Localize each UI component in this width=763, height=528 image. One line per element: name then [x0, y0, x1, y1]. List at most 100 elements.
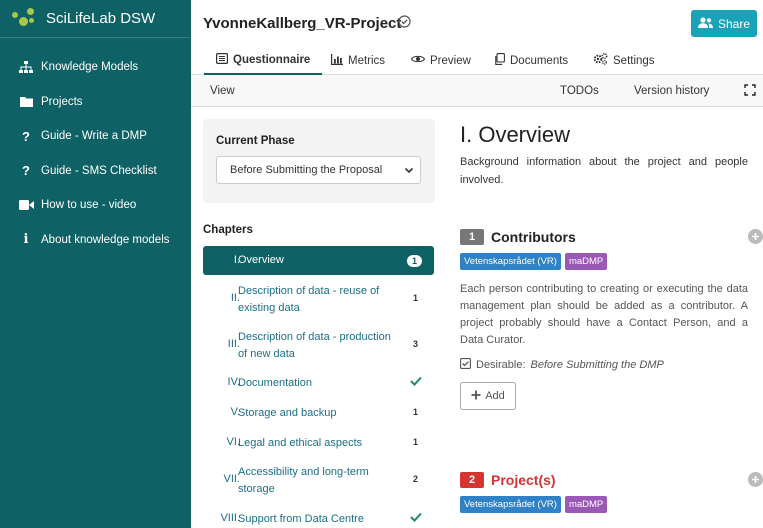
question-contributors: 1 Contributors Vetenskapsrådet (VR) maDM…	[460, 225, 763, 410]
todos-button[interactable]: TODOs	[560, 85, 599, 97]
chapter-label: Overview	[238, 254, 284, 266]
chapter-todo-count: 1	[412, 293, 418, 303]
tag-madmp: maDMP	[564, 496, 608, 513]
question-header: 1 Contributors	[460, 225, 763, 249]
phase-selected-value: Before Submitting the Proposal	[230, 164, 383, 176]
question-tags: Vetenskapsrådet (VR) maDMP	[460, 496, 748, 513]
questionnaire-navigation: Current Phase Before Submitting the Prop…	[191, 107, 447, 528]
chapter-item-storage-and-backup[interactable]: V. Storage and backup 1	[203, 405, 434, 423]
chapter-todo-count: 3	[412, 339, 418, 349]
plus-icon	[471, 390, 481, 403]
tag-vetenskapsradet: Vetenskapsrådet (VR)	[460, 496, 561, 513]
tab-documents[interactable]: Documents	[482, 46, 580, 75]
question-icon: ?	[22, 163, 30, 179]
sidebar-item-label: About knowledge models	[41, 233, 170, 246]
chapter-item-reuse-of-existing-data[interactable]: II. Description of data - reuse of exist…	[203, 283, 434, 317]
copy-icon	[494, 53, 505, 68]
desirable-value: Before Submitting the DMP	[530, 359, 664, 371]
check-square-icon	[460, 358, 471, 372]
brand-title: SciLifeLab DSW	[46, 10, 156, 27]
chapter-intro: Background information about the project…	[460, 156, 748, 186]
phase-selector-panel: Current Phase Before Submitting the Prop…	[203, 119, 435, 203]
brand[interactable]: SciLifeLab DSW	[0, 0, 191, 38]
chapter-item-overview[interactable]: I. Overview 1	[203, 246, 434, 275]
tab-metrics[interactable]: Metrics	[319, 46, 397, 75]
project-title: YvonneKallberg_VR-Project	[203, 15, 402, 32]
chapter-todo-count: 2	[412, 474, 418, 484]
sidebar-item-label: How to use - video	[41, 199, 137, 212]
chapter-label: Legal and ethical aspects	[238, 437, 363, 449]
chapter-label: Accessibility and long-term storage	[238, 466, 369, 495]
sidebar-item-label: Knowledge Models	[41, 61, 139, 74]
question-number: 2	[460, 472, 484, 488]
tab-questionnaire[interactable]: Questionnaire	[204, 46, 323, 75]
sidebar-item-label: Guide - Write a DMP	[41, 130, 147, 143]
chapter-title: I. Overview	[460, 122, 571, 147]
check-icon	[410, 512, 422, 524]
bar-chart-icon	[331, 53, 343, 68]
tag-madmp: maDMP	[564, 253, 608, 270]
fullscreen-icon[interactable]	[744, 84, 756, 99]
tag-vetenskapsradet: Vetenskapsrådet (VR)	[460, 253, 561, 270]
chapter-item-legal-and-ethical-aspects[interactable]: VI. Legal and ethical aspects 1	[203, 435, 434, 453]
chevron-down-icon	[404, 165, 414, 178]
sidebar-item-projects[interactable]: Projects	[0, 85, 191, 120]
question-title: Project(s)	[491, 472, 556, 488]
chapter-todo-count: 1	[406, 255, 422, 267]
phase-label: Current Phase	[216, 135, 295, 147]
question-header: 2 Project(s)	[460, 468, 763, 492]
list-icon	[216, 52, 229, 67]
add-contributor-button[interactable]: Add	[460, 382, 516, 410]
tab-label: Documents	[510, 54, 569, 67]
tab-preview[interactable]: Preview	[399, 46, 483, 75]
chapter-label: Storage and backup	[238, 407, 337, 419]
chapter-item-production-of-new-data[interactable]: III. Description of data - production of…	[203, 329, 434, 363]
chapter-label: Support from Data Centre	[238, 513, 364, 525]
project-header: YvonneKallberg_VR-Project Share	[191, 0, 763, 46]
sidebar-item-knowledge-models[interactable]: Knowledge Models	[0, 50, 191, 85]
version-history-button[interactable]: Version history	[634, 85, 709, 97]
question-icon: ?	[22, 128, 30, 144]
info-icon: i	[23, 232, 29, 248]
sidebar: SciLifeLab DSW Knowledge Models Projects…	[0, 0, 191, 528]
cogs-icon	[593, 52, 608, 68]
sitemap-icon	[18, 61, 34, 74]
chapter-item-support-from-data-centre[interactable]: VIII. Support from Data Centre	[203, 511, 434, 528]
tab-settings[interactable]: Settings	[581, 46, 667, 75]
sidebar-item-how-to-use-video[interactable]: How to use - video	[0, 188, 191, 223]
plus-circle-icon[interactable]	[748, 229, 763, 244]
folder-icon	[18, 96, 34, 108]
desirable-phase: Desirable: Before Submitting the DMP	[460, 358, 748, 372]
desirable-label: Desirable:	[476, 359, 526, 371]
sidebar-item-label: Guide - SMS Checklist	[41, 164, 157, 177]
users-icon	[697, 16, 713, 31]
chapter-label: Description of data - reuse of existing …	[238, 285, 380, 314]
chapter-todo-count: 1	[412, 437, 418, 447]
check-icon	[410, 376, 422, 388]
sidebar-item-guide-sms-checklist[interactable]: ? Guide - SMS Checklist	[0, 154, 191, 189]
sidebar-item-label: Projects	[41, 95, 83, 108]
chapter-label: Description of data - production of new …	[238, 331, 391, 360]
sidebar-item-about-knowledge-models[interactable]: i About knowledge models	[0, 223, 191, 258]
chapter-item-accessibility-long-term-storage[interactable]: VII. Accessibility and long-term storage…	[203, 464, 434, 498]
chapter-label: Documentation	[238, 377, 312, 389]
question-number: 1	[460, 229, 484, 245]
sidebar-item-guide-write-dmp[interactable]: ? Guide - Write a DMP	[0, 119, 191, 154]
tab-label: Preview	[430, 54, 471, 67]
tab-label: Questionnaire	[233, 53, 311, 66]
project-tabs: Questionnaire Metrics Preview Documents …	[191, 46, 763, 75]
tab-label: Settings	[613, 54, 655, 67]
sidebar-nav: Knowledge Models Projects ? Guide - Writ…	[0, 50, 191, 257]
view-menu[interactable]: View	[210, 85, 235, 97]
question-tags: Vetenskapsrådet (VR) maDMP	[460, 253, 748, 270]
questionnaire-content: I. Overview Background information about…	[447, 107, 763, 528]
chapter-item-documentation[interactable]: IV. Documentation	[203, 375, 434, 393]
tab-label: Metrics	[348, 54, 386, 67]
scilifelab-logo-icon	[12, 7, 38, 30]
plus-circle-icon[interactable]	[748, 472, 763, 487]
chapter-todo-count: 1	[412, 407, 418, 417]
phase-select[interactable]: Before Submitting the Proposal	[216, 156, 421, 184]
eye-icon	[410, 54, 426, 67]
question-title: Contributors	[491, 229, 576, 245]
share-button[interactable]: Share	[691, 10, 757, 37]
